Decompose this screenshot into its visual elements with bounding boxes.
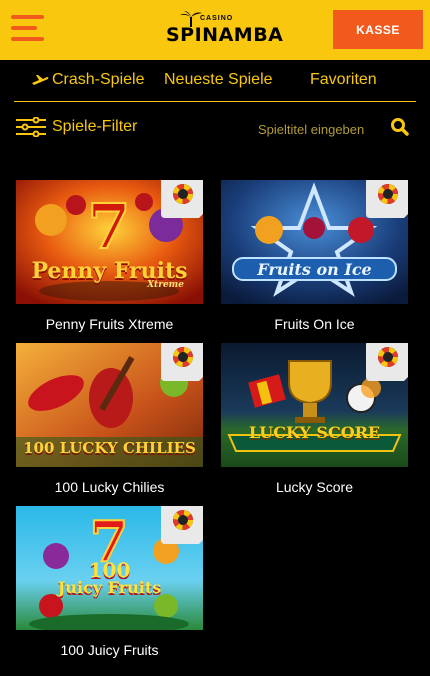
- game-tile-fruits-on-ice[interactable]: Fruits on Ice Fruits On Ice: [221, 180, 408, 332]
- game-title[interactable]: Penny Fruits Xtreme: [16, 316, 203, 332]
- game-art-subtitle: Juicy Fruits: [57, 578, 162, 597]
- category-tabs: Crash-Spiele Neueste Spiele Favoriten: [14, 62, 416, 102]
- tab-label: Neueste Spiele: [164, 71, 273, 88]
- game-title[interactable]: Fruits On Ice: [221, 316, 408, 332]
- tab-label: Favoriten: [310, 71, 377, 88]
- game-title[interactable]: 100 Juicy Fruits: [16, 642, 203, 658]
- game-thumbnail[interactable]: Fruits on Ice: [221, 180, 408, 304]
- provider-badge-icon: [366, 343, 408, 381]
- top-header: CASINO SPINAMBA KASSE: [0, 0, 430, 60]
- provider-badge-icon: [161, 180, 203, 218]
- search-icon[interactable]: [390, 117, 410, 137]
- tab-label: Crash-Spiele: [52, 71, 145, 88]
- game-tile-lucky-score[interactable]: LUCKY SCORE Lucky Score: [221, 343, 408, 495]
- game-title[interactable]: 100 Lucky Chilies: [16, 479, 203, 495]
- provider-badge-icon: [366, 180, 408, 218]
- game-title[interactable]: Lucky Score: [221, 479, 408, 495]
- game-thumbnail[interactable]: 7 100 Juicy Fruits: [16, 506, 203, 630]
- logo-brand-text: SPINAMBA: [166, 24, 284, 46]
- filter-label: Spiele-Filter: [52, 118, 138, 135]
- provider-badge-icon: [161, 506, 203, 544]
- game-art-title: LUCKY SCORE: [248, 423, 381, 442]
- game-art-title: 100 LUCKY CHILIES: [23, 439, 196, 457]
- game-tile-100-lucky-chilies[interactable]: 100 LUCKY CHILIES 100 Lucky Chilies: [16, 343, 203, 495]
- tab-crash-games[interactable]: Crash-Spiele: [31, 71, 144, 89]
- game-art-subtitle: Xtreme: [147, 280, 184, 290]
- tab-favorites[interactable]: Favoriten: [310, 71, 377, 89]
- spinamba-logo[interactable]: CASINO SPINAMBA: [162, 11, 283, 47]
- tab-newest-games[interactable]: Neueste Spiele: [164, 71, 273, 89]
- svg-text:7: 7: [87, 190, 130, 263]
- game-thumbnail[interactable]: LUCKY SCORE: [221, 343, 408, 467]
- provider-badge-icon: [161, 343, 203, 381]
- kasse-button[interactable]: KASSE: [333, 10, 423, 49]
- logo-casino-text: CASINO: [200, 15, 234, 22]
- airplane-icon: [32, 74, 49, 85]
- game-thumbnail[interactable]: 100 LUCKY CHILIES: [16, 343, 203, 467]
- sliders-icon: [16, 117, 46, 137]
- game-tile-100-juicy-fruits[interactable]: 7 100 Juicy Fruits 100 Juicy Fruits: [16, 506, 203, 658]
- game-tile-penny-fruits-xtreme[interactable]: 7 Penny Fruits Xtreme Penny Fruits Xtrem…: [16, 180, 203, 332]
- game-thumbnail[interactable]: 7 Penny Fruits Xtreme: [16, 180, 203, 304]
- game-search-input[interactable]: [258, 117, 384, 141]
- hamburger-icon[interactable]: [11, 15, 44, 41]
- game-art-title: Fruits on Ice: [257, 260, 372, 279]
